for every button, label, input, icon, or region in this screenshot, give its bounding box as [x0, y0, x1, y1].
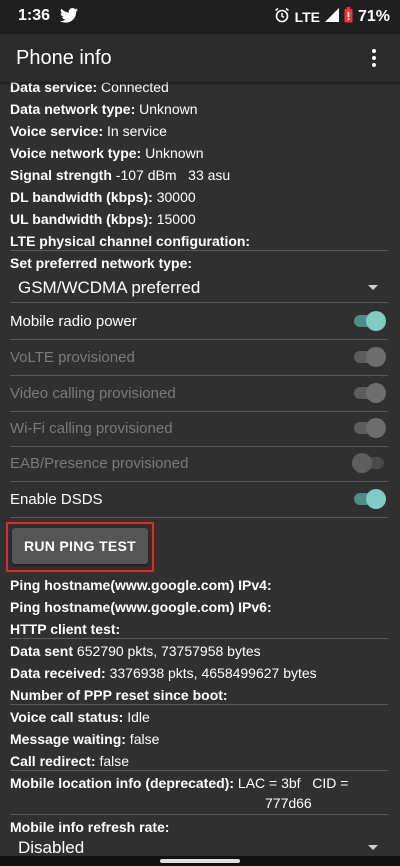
run-ping-test-button[interactable]: RUN PING TEST — [12, 528, 148, 564]
toggle-label-eab-presence: EAB/Presence provisioned — [10, 455, 189, 472]
toggle-label-mobile-radio-power: Mobile radio power — [10, 313, 137, 330]
preferred-network-value: GSM/WCDMA preferred — [18, 278, 201, 297]
toggle-label-video-calling: Video calling provisioned — [10, 385, 176, 402]
info-row-ul-bandwidth: UL bandwidth (kbps): 15000 — [10, 211, 196, 227]
status-bar: 1:36 LTE 71% — [0, 0, 400, 34]
divider — [10, 517, 388, 518]
battery-percent: 71% — [357, 7, 390, 25]
info-row-data-service: Data service: Connected — [10, 82, 169, 95]
volte-provisioned-switch[interactable] — [352, 347, 386, 367]
info-row-signal-strength: Signal strength -107 dBm 33 asu — [10, 167, 231, 183]
divider — [10, 481, 388, 482]
navigation-bar — [0, 856, 400, 866]
info-row-voice-network-type: Voice network type: Unknown — [10, 145, 204, 161]
dropdown-arrow-icon — [368, 845, 378, 850]
toggle-label-enable-dsds: Enable DSDS — [10, 491, 103, 508]
wifi-calling-switch[interactable] — [352, 418, 386, 438]
divider — [10, 302, 388, 303]
phone-info-content[interactable]: Data service: Connected Data network typ… — [0, 82, 400, 866]
enable-dsds-switch[interactable] — [352, 489, 386, 509]
app-title: Phone info — [16, 47, 112, 69]
mobile-radio-power-switch[interactable] — [352, 311, 386, 331]
divider — [10, 250, 388, 251]
info-row-dl-bandwidth: DL bandwidth (kbps): 30000 — [10, 189, 196, 205]
refresh-rate-value: Disabled — [18, 838, 85, 857]
twitter-notification-icon — [60, 8, 78, 28]
info-row-voice-service: Voice service: In service — [10, 123, 167, 139]
signal-icon — [324, 8, 339, 25]
divider — [10, 375, 388, 376]
status-time: 1:36 — [18, 7, 51, 24]
eab-presence-switch[interactable] — [352, 453, 386, 473]
alarm-icon — [274, 7, 290, 26]
dropdown-arrow-icon — [368, 285, 378, 290]
app-bar: Phone info — [0, 34, 400, 82]
info-row-data-network-type: Data network type: Unknown — [10, 101, 198, 117]
preferred-network-dropdown[interactable]: GSM/WCDMA preferred — [0, 274, 400, 302]
preferred-network-label: Set preferred network type: — [10, 255, 193, 271]
toggle-label-wifi-calling: Wi-Fi calling provisioned — [10, 420, 173, 437]
refresh-rate-dropdown[interactable]: Disabled — [0, 836, 400, 857]
overflow-menu-icon[interactable] — [362, 46, 386, 70]
home-gesture-handle[interactable] — [160, 859, 240, 863]
divider — [10, 446, 388, 447]
info-row-lte-physical-channel: LTE physical channel configuration: — [10, 233, 251, 249]
status-right: LTE 71% — [274, 7, 390, 26]
divider — [10, 339, 388, 340]
video-calling-switch[interactable] — [352, 383, 386, 403]
network-type-label: LTE — [294, 8, 320, 25]
battery-icon — [344, 7, 353, 26]
toggle-label-volte: VoLTE provisioned — [10, 349, 135, 366]
divider — [10, 411, 388, 412]
